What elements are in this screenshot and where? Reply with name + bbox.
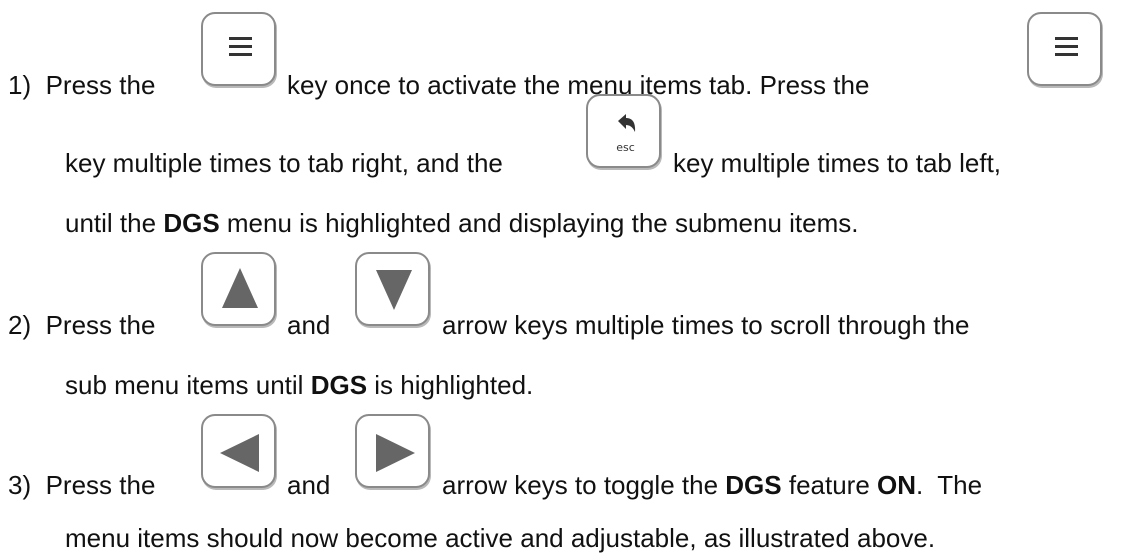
up-key [201, 252, 276, 326]
down-triangle-icon [376, 270, 412, 310]
and-word: and [287, 470, 331, 500]
left-triangle-icon [220, 434, 259, 472]
step-text: menu is highlighted and displaying the s… [226, 208, 859, 238]
dgs-bold: DGS [725, 470, 782, 500]
step-text: key multiple times to tab left, [673, 148, 1002, 178]
step-1-line-1: 1) Press the [8, 70, 155, 100]
step-text: arrow keys multiple times to scroll thro… [442, 310, 970, 340]
dgs-bold: DGS [310, 370, 368, 400]
step-text: Press the [45, 470, 156, 500]
step-1-line-1-rest: key once to activate the menu items tab.… [287, 70, 869, 100]
step-text: is highlighted. [374, 370, 534, 400]
back-arrow-icon [618, 114, 636, 132]
step-text: key once to activate the menu items tab.… [287, 70, 870, 100]
menu-icon [1055, 37, 1078, 56]
on-bold: ON [877, 470, 917, 500]
and-text-2: and [287, 470, 330, 500]
down-key [355, 252, 430, 326]
and-text: and [287, 310, 330, 340]
menu-key-2 [1027, 12, 1102, 86]
step-2-line-2: sub menu items until DGS is highlighted. [65, 370, 533, 400]
right-key [355, 414, 430, 488]
step-3-line-1-rest: arrow keys to toggle the DGS feature ON.… [442, 470, 982, 500]
step-text: Press the [45, 70, 156, 100]
step-1-line-2: key multiple times to tab right, and the [65, 148, 503, 178]
step-text: until the [65, 208, 157, 238]
dgs-bold: DGS [163, 208, 220, 238]
step-1-line-2-rest: key multiple times to tab left, [673, 148, 1001, 178]
step-text: arrow keys to toggle the [442, 470, 719, 500]
step-text: feature [788, 470, 870, 500]
step-2-line-1-rest: arrow keys multiple times to scroll thro… [442, 310, 969, 340]
step-3-line-1: 3) Press the [8, 470, 155, 500]
step-text: menu items should now become active and … [65, 523, 936, 553]
menu-key [201, 12, 276, 86]
step-3-line-2: menu items should now become active and … [65, 523, 935, 553]
step-text: sub menu items until [65, 370, 304, 400]
and-word: and [287, 310, 331, 340]
esc-label: esc [616, 141, 635, 154]
step-text: . The [916, 470, 983, 500]
right-triangle-icon [376, 434, 415, 472]
menu-icon [229, 37, 252, 56]
step-number: 3) [8, 470, 32, 500]
step-text: Press the [45, 310, 156, 340]
up-triangle-icon [222, 268, 258, 308]
step-number: 1) [8, 70, 32, 100]
step-1-line-3: until the DGS menu is highlighted and di… [65, 208, 859, 238]
left-key [201, 414, 276, 488]
step-text: key multiple times to tab right, and the [65, 148, 503, 178]
esc-key: esc [586, 94, 661, 168]
step-2-line-1: 2) Press the [8, 310, 155, 340]
step-number: 2) [8, 310, 32, 340]
